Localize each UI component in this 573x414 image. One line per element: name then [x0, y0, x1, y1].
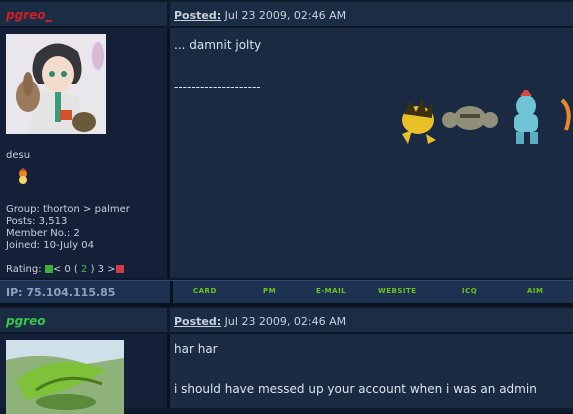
- pm-button[interactable]: PM: [263, 287, 276, 295]
- user-avatar: [6, 340, 124, 414]
- post-2-header: Posted: Jul 23 2009, 02:46 AM: [170, 308, 573, 333]
- user-title: desu: [6, 150, 31, 161]
- post-1-user-header: pgreo_: [0, 2, 167, 27]
- post-2-body: har har i should have messed up your acc…: [170, 334, 573, 408]
- posted-date: Jul 23 2009, 02:46 AM: [224, 9, 347, 22]
- user-posts: Posts: 3,513: [6, 216, 68, 227]
- post-2-user-header: pgreo: [0, 308, 167, 333]
- user-member-no: Member No.: 2: [6, 228, 80, 239]
- post-1-body: ... damnit jolty --------------------: [170, 28, 573, 278]
- signature-divider: --------------------: [174, 80, 261, 94]
- rating-value: 2: [81, 264, 88, 275]
- signature-pokemon-sprites: [402, 90, 571, 144]
- user-info-panel: [0, 334, 170, 414]
- card-button[interactable]: CARD: [193, 287, 217, 295]
- user-group: Group: thorton > palmer: [6, 204, 130, 215]
- ip-address: IP: 75.104.115.85: [6, 286, 116, 299]
- posted-date: Jul 23 2009, 02:46 AM: [224, 315, 347, 328]
- icq-button[interactable]: ICQ: [462, 287, 477, 295]
- posted-label: Posted:: [174, 9, 222, 22]
- post-divider: [0, 303, 573, 307]
- user-info-panel: desu Group: thorton > palmer Posts: 3,51…: [0, 28, 170, 278]
- username-link[interactable]: pgreo_: [6, 8, 51, 22]
- rate-up-button[interactable]: [44, 265, 53, 273]
- post-1-footer: IP: 75.104.115.85 CARD PM E-MAIL WEBSITE…: [0, 280, 573, 303]
- footer-separator: [170, 281, 173, 303]
- pokemon-mini-icon: [19, 168, 27, 184]
- post-1: pgreo_ Posted: Jul 23 2009, 02:46 AM des…: [0, 0, 573, 306]
- website-button[interactable]: WEBSITE: [378, 287, 417, 295]
- user-avatar: [6, 34, 106, 134]
- post-text-line: i should have messed up your account whe…: [174, 382, 537, 396]
- user-joined: Joined: 10-July 04: [6, 240, 95, 251]
- aim-button[interactable]: AIM: [527, 287, 544, 295]
- post-timestamp: Posted: Jul 23 2009, 02:46 AM: [174, 315, 346, 328]
- post-text-line: har har: [174, 342, 218, 356]
- post-timestamp: Posted: Jul 23 2009, 02:46 AM: [174, 9, 346, 22]
- rating-right: ) 3 >: [90, 264, 116, 275]
- post-1-header: Posted: Jul 23 2009, 02:46 AM: [170, 2, 573, 27]
- post-text-line: ... damnit jolty: [174, 38, 262, 52]
- rating-left: < 0 (: [52, 264, 78, 275]
- rate-down-button[interactable]: [115, 265, 124, 273]
- user-rating: Rating: < 0 ( 2 ) 3 >: [6, 264, 124, 276]
- rating-label: Rating:: [6, 264, 42, 275]
- post-2: pgreo Posted: Jul 23 2009, 02:46 AM har …: [0, 308, 573, 414]
- username-link[interactable]: pgreo: [6, 314, 45, 328]
- email-button[interactable]: E-MAIL: [316, 287, 346, 295]
- posted-label: Posted:: [174, 315, 222, 328]
